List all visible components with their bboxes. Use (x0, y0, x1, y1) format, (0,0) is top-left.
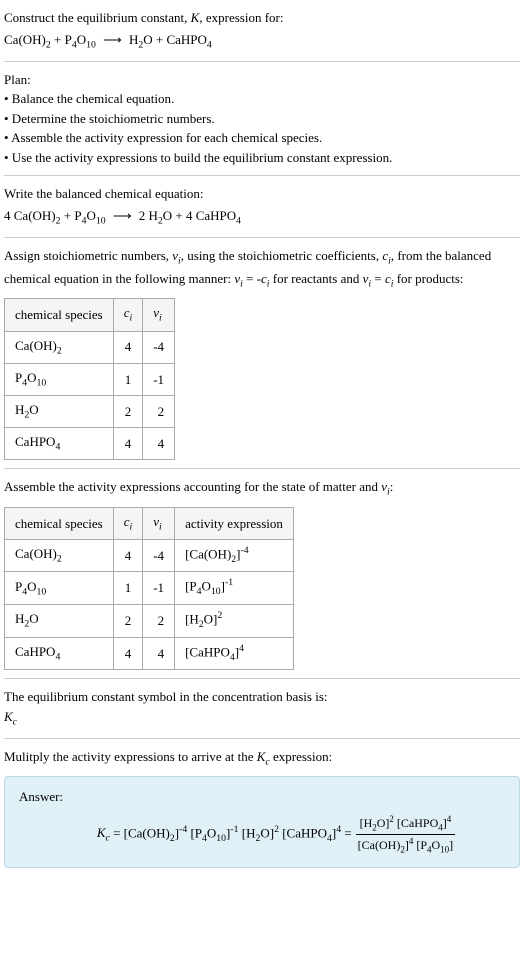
divider (4, 738, 520, 739)
cell-vi: 4 (143, 428, 175, 460)
balanced-equation: 4 Ca(OH)2 + P4O10 ⟶ 2 H2O + 4 CaHPO4 (4, 206, 520, 229)
divider (4, 61, 520, 62)
multiply-intro: Mulitply the activity expressions to arr… (4, 747, 520, 770)
cell-vi: -1 (143, 363, 175, 395)
table-row: P4O10 1 -1 [P4O10]-1 (5, 572, 294, 605)
balanced-intro: Write the balanced chemical equation: (4, 184, 520, 204)
plan-item: • Assemble the activity expression for e… (4, 128, 520, 148)
cell-ci: 2 (113, 396, 143, 428)
stoich-table: chemical species ci νi Ca(OH)2 4 -4 P4O1… (4, 298, 175, 460)
divider (4, 678, 520, 679)
cell-species: CaHPO4 (5, 637, 114, 670)
table-header-row: chemical species ci νi (5, 299, 175, 331)
stoich-section: Assign stoichiometric numbers, νi, using… (4, 246, 520, 461)
table-row: H2O 2 2 (5, 396, 175, 428)
cell-ci: 4 (113, 428, 143, 460)
cell-species: CaHPO4 (5, 428, 114, 460)
cell-expr: [H2O]2 (175, 605, 294, 638)
symbol-intro: The equilibrium constant symbol in the c… (4, 687, 520, 707)
activity-section: Assemble the activity expressions accoun… (4, 477, 520, 670)
answer-label: Answer: (19, 787, 505, 807)
plan-section: Plan: • Balance the chemical equation. •… (4, 70, 520, 168)
cell-ci: 2 (113, 605, 143, 638)
cell-ci: 1 (113, 572, 143, 605)
activity-table: chemical species ci νi activity expressi… (4, 507, 294, 670)
col-species: chemical species (5, 299, 114, 331)
cell-ci: 4 (113, 539, 143, 572)
cell-species: Ca(OH)2 (5, 539, 114, 572)
divider (4, 175, 520, 176)
stoich-intro: Assign stoichiometric numbers, νi, using… (4, 246, 520, 292)
symbol-kc: Kc (4, 707, 520, 730)
cell-ci: 1 (113, 363, 143, 395)
kc-fraction: [H2O]2 [CaHPO4]4 [Ca(OH)2]4 [P4O10] (354, 813, 458, 858)
fraction-denominator: [Ca(OH)2]4 [P4O10] (354, 835, 458, 857)
cell-vi: -4 (143, 331, 175, 363)
table-row: Ca(OH)2 4 -4 [Ca(OH)2]-4 (5, 539, 294, 572)
plan-title: Plan: (4, 70, 520, 90)
kc-lhs: Kc = [Ca(OH)2]-4 [P4O10]-1 [H2O]2 [CaHPO… (97, 823, 352, 847)
cell-vi: 2 (143, 396, 175, 428)
cell-ci: 4 (113, 331, 143, 363)
cell-vi: -4 (143, 539, 175, 572)
plan-item: • Balance the chemical equation. (4, 89, 520, 109)
table-header-row: chemical species ci νi activity expressi… (5, 507, 294, 539)
fraction-numerator: [H2O]2 [CaHPO4]4 (356, 813, 456, 836)
col-vi: νi (143, 507, 175, 539)
plan-item: • Use the activity expressions to build … (4, 148, 520, 168)
cell-expr: [Ca(OH)2]-4 (175, 539, 294, 572)
multiply-section: Mulitply the activity expressions to arr… (4, 747, 520, 770)
activity-intro: Assemble the activity expressions accoun… (4, 477, 520, 500)
cell-expr: [CaHPO4]4 (175, 637, 294, 670)
unbalanced-equation: Ca(OH)2 + P4O10 ⟶ H2O + CaHPO4 (4, 30, 520, 53)
plan-item: • Determine the stoichiometric numbers. (4, 109, 520, 129)
table-row: CaHPO4 4 4 [CaHPO4]4 (5, 637, 294, 670)
col-ci: ci (113, 299, 143, 331)
cell-expr: [P4O10]-1 (175, 572, 294, 605)
cell-species: H2O (5, 605, 114, 638)
table-row: P4O10 1 -1 (5, 363, 175, 395)
cell-ci: 4 (113, 637, 143, 670)
cell-vi: 4 (143, 637, 175, 670)
cell-vi: 2 (143, 605, 175, 638)
col-ci: ci (113, 507, 143, 539)
balanced-section: Write the balanced chemical equation: 4 … (4, 184, 520, 229)
divider (4, 237, 520, 238)
cell-species: Ca(OH)2 (5, 331, 114, 363)
col-expr: activity expression (175, 507, 294, 539)
cell-vi: -1 (143, 572, 175, 605)
cell-species: P4O10 (5, 363, 114, 395)
problem-header: Construct the equilibrium constant, K, e… (4, 8, 520, 53)
divider (4, 468, 520, 469)
cell-species: P4O10 (5, 572, 114, 605)
col-species: chemical species (5, 507, 114, 539)
cell-species: H2O (5, 396, 114, 428)
table-row: H2O 2 2 [H2O]2 (5, 605, 294, 638)
table-row: Ca(OH)2 4 -4 (5, 331, 175, 363)
answer-box: Answer: Kc = [Ca(OH)2]-4 [P4O10]-1 [H2O]… (4, 776, 520, 868)
table-row: CaHPO4 4 4 (5, 428, 175, 460)
answer-formula: Kc = [Ca(OH)2]-4 [P4O10]-1 [H2O]2 [CaHPO… (19, 813, 505, 858)
col-vi: νi (143, 299, 175, 331)
symbol-section: The equilibrium constant symbol in the c… (4, 687, 520, 730)
problem-title: Construct the equilibrium constant, K, e… (4, 8, 520, 28)
